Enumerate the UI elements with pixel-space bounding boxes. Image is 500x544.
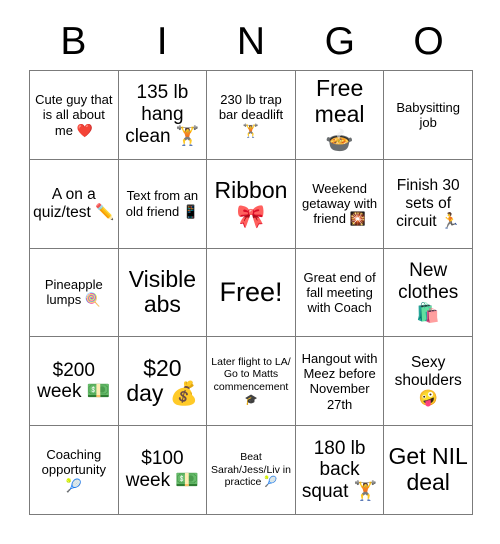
bingo-cell-label: Visible abs: [128, 265, 203, 318]
bingo-cell-label: Ribbon 🎀: [214, 176, 294, 229]
bingo-cell-label: New clothes 🛍️: [398, 260, 464, 325]
bingo-cell-label: Coaching opportunity 🎾: [41, 447, 110, 493]
bingo-cell-label: Text from an old friend 📱: [125, 188, 202, 219]
bingo-cell-label: 135 lb hang clean 🏋️: [125, 82, 200, 147]
bingo-cell-label: $20 day 💰: [126, 354, 199, 407]
bingo-cell[interactable]: Babysitting job: [384, 71, 473, 160]
bingo-cell-label: Beat Sarah/Jess/Liv in practice 🎾: [211, 450, 294, 489]
header-letter-g: G: [324, 20, 355, 63]
bingo-cell-label: Cute guy that is all about me ❤️: [35, 91, 117, 138]
bingo-cell-label: Later flight to LA/ Go to Matts commence…: [211, 355, 294, 407]
bingo-cell[interactable]: 135 lb hang clean 🏋️: [118, 71, 208, 160]
bingo-cell[interactable]: Later flight to LA/ Go to Matts commence…: [207, 337, 296, 427]
bingo-cell[interactable]: New clothes 🛍️: [384, 248, 473, 338]
bingo-cell[interactable]: $20 day 💰: [118, 337, 208, 427]
bingo-cell[interactable]: Text from an old friend 📱: [118, 159, 208, 249]
bingo-cell[interactable]: Free meal 🍲: [295, 71, 385, 160]
bingo-cell[interactable]: Cute guy that is all about me ❤️: [30, 71, 119, 160]
bingo-cell-label: Sexy shoulders 🤪: [394, 354, 467, 408]
bingo-cell-label: Get NIL deal: [388, 443, 468, 496]
bingo-cell-free[interactable]: Free!: [207, 248, 296, 338]
bingo-cell[interactable]: Visible abs: [118, 248, 208, 338]
bingo-cell-label: Finish 30 sets of circuit 🏃: [396, 176, 464, 230]
bingo-cell-label: 180 lb back squat 🏋️: [301, 437, 378, 502]
bingo-cell-label: $100 week 💵: [125, 448, 200, 492]
bingo-cell[interactable]: A on a quiz/test ✏️: [30, 159, 119, 249]
bingo-grid: Cute guy that is all about me ❤️ 135 lb …: [29, 70, 473, 515]
bingo-cell[interactable]: Hangout with Meez before November 27th: [295, 337, 385, 427]
bingo-cell[interactable]: Get NIL deal: [384, 426, 473, 515]
bingo-cell[interactable]: Beat Sarah/Jess/Liv in practice 🎾: [207, 426, 296, 515]
bingo-cell-label: Free meal 🍲: [314, 75, 371, 153]
bingo-cell-label: Free!: [219, 276, 283, 307]
bingo-cell-label: Weekend getaway with friend 🎇: [302, 180, 381, 227]
bingo-cell-label: Babysitting job: [396, 99, 464, 130]
bingo-cell-label: $200 week 💵: [37, 359, 111, 403]
header-letter-b: B: [60, 20, 87, 63]
bingo-cell[interactable]: Pineapple lumps 🍭: [30, 248, 119, 338]
header-letter-n: N: [236, 20, 266, 63]
bingo-cell[interactable]: Finish 30 sets of circuit 🏃: [384, 159, 473, 249]
bingo-cell[interactable]: 230 lb trap bar deadlift 🏋️: [207, 71, 296, 160]
header-letter-i: I: [156, 20, 168, 63]
bingo-cell[interactable]: Great end of fall meeting with Coach: [295, 248, 385, 338]
bingo-cell[interactable]: Coaching opportunity 🎾: [30, 426, 119, 515]
bingo-header: B I N G O: [29, 16, 473, 68]
bingo-cell[interactable]: 180 lb back squat 🏋️: [295, 426, 385, 515]
bingo-cell-label: Pineapple lumps 🍭: [44, 277, 107, 308]
bingo-card: B I N G O Cute guy that is all about me …: [0, 0, 500, 544]
bingo-cell[interactable]: Sexy shoulders 🤪: [384, 337, 473, 427]
bingo-cell-label: Great end of fall meeting with Coach: [303, 269, 380, 316]
bingo-cell[interactable]: Ribbon 🎀: [207, 159, 296, 249]
bingo-cell[interactable]: $100 week 💵: [118, 426, 208, 515]
bingo-cell-label: 230 lb trap bar deadlift 🏋️: [218, 91, 287, 138]
header-letter-o: O: [413, 20, 444, 63]
bingo-cell-label: Hangout with Meez before November 27th: [301, 350, 382, 412]
bingo-cell[interactable]: Weekend getaway with friend 🎇: [295, 159, 385, 249]
bingo-cell[interactable]: $200 week 💵: [30, 337, 119, 427]
bingo-cell-label: A on a quiz/test ✏️: [33, 185, 115, 221]
